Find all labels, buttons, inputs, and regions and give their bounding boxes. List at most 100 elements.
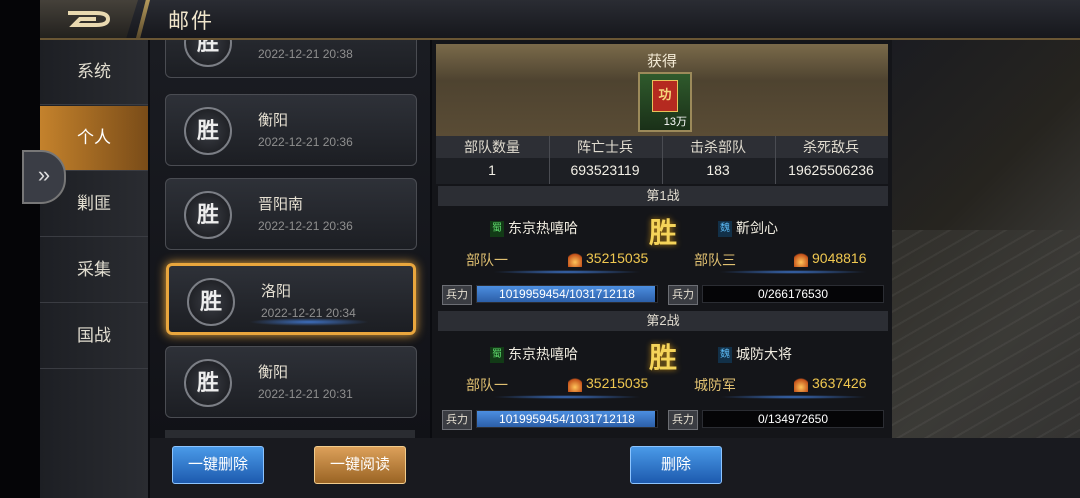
back-button[interactable] — [40, 0, 138, 38]
mail-place: 衡阳 — [258, 364, 289, 381]
shu-flag-icon: 蜀 — [490, 221, 504, 238]
attacker-name-text: 东京热嘻哈 — [508, 220, 578, 236]
column-divider — [549, 136, 550, 184]
back-arrow-icon — [68, 11, 111, 27]
defender-hp-bar: 0/134972650 — [702, 410, 884, 428]
mail-date: 2022-12-21 20:36 — [258, 219, 353, 233]
stat-header: 阵亡士兵 — [577, 139, 633, 155]
attacker-power: 35215035 — [568, 375, 649, 393]
stat-header: 杀死敌兵 — [803, 139, 859, 155]
attacker-hp-text: 1019959454/1031712118 — [499, 287, 635, 301]
mail-place: 衡阳 — [258, 112, 289, 129]
mail-item[interactable]: 胜 衡阳 2022-12-21 20:36 — [165, 94, 417, 166]
mail-date: 2022-12-21 20:38 — [258, 47, 353, 61]
left-edge — [0, 0, 40, 498]
stat-header: 击杀部队 — [690, 139, 746, 155]
page-title: 邮件 — [168, 10, 214, 33]
divider-glow — [718, 395, 868, 399]
defender-name-text: 城防大将 — [736, 346, 792, 362]
victory-badge-icon: 胜 — [184, 191, 232, 239]
defender-power: 9048816 — [794, 250, 867, 268]
defender-name-text: 靳剑心 — [736, 220, 778, 236]
stat-value: 183 — [706, 162, 730, 178]
mail-detail: 获得 功 13万 部队数量 阵亡士兵 击杀部队 杀死敌兵 1 693523119… — [432, 40, 892, 438]
defender-power-value: 9048816 — [812, 250, 867, 266]
defender-hp-text: 0/134972650 — [757, 412, 829, 426]
stat-value: 19625506236 — [788, 162, 874, 178]
divider-glow — [492, 270, 642, 274]
defender-troop: 城防军 — [694, 377, 736, 393]
mail-date: 2022-12-21 20:34 — [261, 306, 356, 320]
reward-quantity: 13万 — [663, 116, 687, 128]
troops-button[interactable]: 兵力 — [442, 410, 472, 430]
stat-value: 1 — [488, 162, 496, 178]
mail-date: 2022-12-21 20:36 — [258, 135, 353, 149]
attacker-name: 蜀东京热嘻哈 — [490, 344, 578, 364]
merit-medal-icon[interactable]: 功 13万 — [638, 72, 692, 132]
defender-name: 魏靳剑心 — [718, 218, 778, 238]
mail-item-partial — [165, 430, 415, 438]
mail-item[interactable]: 胜 2022-12-21 20:38 — [165, 40, 417, 78]
city-wall-decoration — [892, 230, 1080, 438]
shu-flag-icon: 蜀 — [490, 347, 504, 364]
divider-glow — [492, 395, 642, 399]
nav-item-nation-war[interactable]: 国战 — [40, 304, 148, 369]
victory-badge-icon: 胜 — [184, 359, 232, 407]
reward-panel: 获得 功 13万 — [436, 44, 888, 136]
column-divider — [662, 136, 663, 184]
attacker-troop: 部队一 — [466, 377, 508, 393]
defender-hp-text: 0/266176530 — [757, 287, 829, 301]
stat-value: 693523119 — [570, 162, 640, 178]
attacker-power: 35215035 — [568, 250, 649, 268]
attacker-power-value: 35215035 — [586, 250, 649, 266]
nav-item-gather[interactable]: 采集 — [40, 238, 148, 303]
mail-place: 洛阳 — [261, 283, 292, 300]
defender-power-value: 3637426 — [812, 375, 867, 391]
reward-label: 获得 — [646, 53, 677, 70]
attacker-hp-bar: 1019959454/1031712118 — [476, 285, 658, 303]
mail-item-selected[interactable]: 胜 洛阳 2022-12-21 20:34 — [166, 263, 416, 335]
troops-button[interactable]: 兵力 — [442, 285, 472, 305]
mail-date: 2022-12-21 20:31 — [258, 387, 353, 401]
mail-item[interactable]: 胜 晋阳南 2022-12-21 20:36 — [165, 178, 417, 250]
victory-badge-icon: 胜 — [184, 107, 232, 155]
title-divider — [136, 0, 150, 38]
victory-badge-icon: 胜 — [187, 278, 235, 326]
defender-name: 魏城防大将 — [718, 344, 792, 364]
stat-header: 部队数量 — [464, 139, 520, 155]
delete-button[interactable]: 删除 — [630, 446, 722, 484]
wei-flag-icon: 魏 — [718, 347, 732, 364]
delete-all-button[interactable]: 一键删除 — [172, 446, 264, 484]
attacker-power-value: 35215035 — [586, 375, 649, 391]
column-divider — [775, 136, 776, 184]
attacker-name: 蜀东京热嘻哈 — [490, 218, 578, 238]
defender-power: 3637426 — [794, 375, 867, 393]
power-flame-icon — [568, 376, 582, 393]
power-flame-icon — [794, 251, 808, 268]
category-nav: 系统 个人 剿匪 采集 国战 — [40, 40, 148, 498]
battle-title: 第1战 — [438, 186, 888, 206]
attacker-hp-text: 1019959454/1031712118 — [499, 412, 635, 426]
defender-hp-bar: 0/266176530 — [702, 285, 884, 303]
power-flame-icon — [568, 251, 582, 268]
mail-list: 胜 2022-12-21 20:38 胜 衡阳 2022-12-21 20:36… — [150, 40, 430, 438]
action-bar: 一键删除 一键阅读 删除 — [150, 438, 1080, 498]
attacker-hp-bar: 1019959454/1031712118 — [476, 410, 658, 428]
medal-glyph: 功 — [652, 80, 678, 112]
read-all-button[interactable]: 一键阅读 — [314, 446, 406, 484]
mail-item[interactable]: 胜 衡阳 2022-12-21 20:31 — [165, 346, 417, 418]
wei-flag-icon: 魏 — [718, 221, 732, 238]
background-scenery — [892, 40, 1080, 438]
defender-troop: 部队三 — [694, 252, 736, 268]
mail-place: 晋阳南 — [258, 196, 304, 213]
divider-glow — [718, 270, 868, 274]
nav-item-system[interactable]: 系统 — [40, 40, 148, 105]
expand-chevron-icon[interactable]: » — [22, 150, 66, 204]
victory-icon: 胜 — [648, 341, 677, 374]
troops-button[interactable]: 兵力 — [668, 285, 698, 305]
attacker-troop: 部队一 — [466, 252, 508, 268]
victory-icon: 胜 — [648, 216, 677, 249]
title-bar: 邮件 — [40, 0, 1080, 40]
troops-button[interactable]: 兵力 — [668, 410, 698, 430]
power-flame-icon — [794, 376, 808, 393]
